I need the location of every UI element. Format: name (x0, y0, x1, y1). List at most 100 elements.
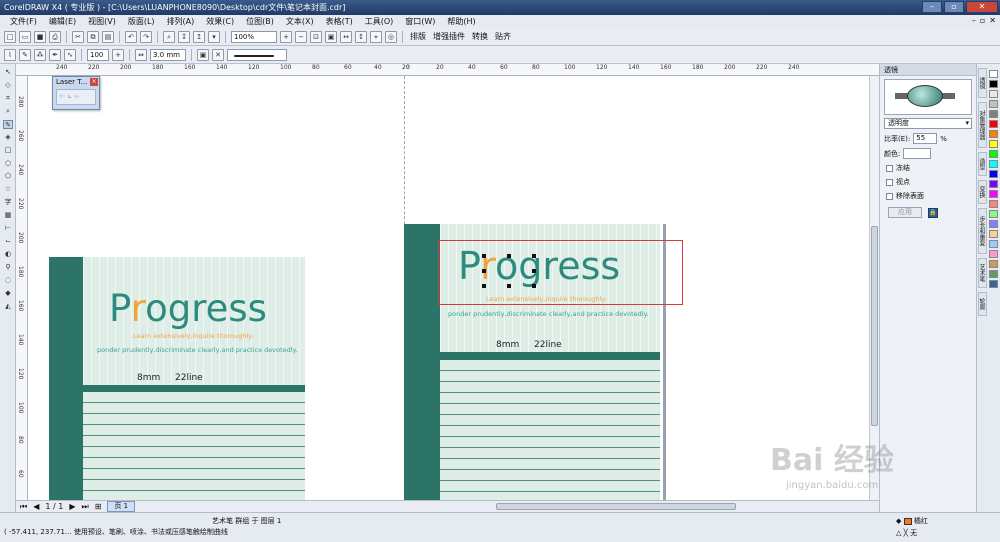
shape-tool-icon[interactable]: ◇ (3, 81, 13, 90)
smart-fill-tool-icon[interactable]: ◈ (3, 133, 13, 142)
selection-handle[interactable] (482, 254, 486, 258)
zoom-tool-icon[interactable]: ⌕ (3, 107, 13, 116)
menu-tools[interactable]: 工具(O) (359, 15, 400, 28)
preset-icon[interactable]: ⌇ (4, 48, 16, 61)
rectangle-tool-icon[interactable]: □ (3, 146, 13, 155)
last-page-icon[interactable]: ⏭ (81, 502, 88, 512)
stroke-preset-select[interactable] (227, 48, 287, 61)
convert-button[interactable]: 转换 (470, 31, 490, 42)
open-icon[interactable]: ▭ (19, 30, 31, 43)
menu-effects[interactable]: 效果(C) (200, 15, 240, 28)
zoom-height-icon[interactable]: ↕ (355, 30, 367, 43)
zoom-level-select[interactable]: 100% (231, 30, 277, 43)
delete-preset-icon[interactable]: ✕ (212, 48, 224, 61)
launcher-icon[interactable]: ▾ (208, 30, 220, 43)
enhance-plugin-button[interactable]: 增强插件 (431, 31, 467, 42)
lock-icon[interactable]: 🔒 (928, 207, 938, 218)
close-icon[interactable]: × (90, 78, 98, 86)
color-swatch[interactable] (989, 80, 998, 88)
connector-tool-icon[interactable]: ⌙ (3, 237, 13, 246)
vertical-ruler[interactable]: 280 260 240 220 200 180 160 140 120 100 … (16, 76, 28, 500)
color-swatch[interactable] (989, 110, 998, 118)
menu-arrange[interactable]: 排列(A) (161, 15, 201, 28)
color-swatch[interactable] (989, 260, 998, 268)
blend-tool-icon[interactable]: ◐ (3, 250, 13, 259)
viewpoint-checkbox[interactable] (886, 178, 893, 186)
menu-table[interactable]: 表格(T) (320, 15, 359, 28)
paste-icon[interactable]: ▤ (102, 30, 114, 43)
color-swatch[interactable] (989, 130, 998, 138)
rate-input[interactable]: 55 (913, 133, 938, 144)
color-swatch[interactable] (989, 70, 998, 78)
import-icon[interactable]: ↧ (178, 30, 190, 43)
calligraphic-icon[interactable]: ✒ (49, 48, 61, 61)
notebook-cover-left[interactable]: Progress Learn extensively,inquire thoro… (49, 257, 305, 500)
menu-edit[interactable]: 编辑(E) (43, 15, 82, 28)
prev-page-icon[interactable]: ◀ (33, 502, 39, 511)
copy-icon[interactable]: ⧉ (87, 30, 99, 43)
doc-close-icon[interactable]: ✕ (989, 16, 996, 25)
color-swatch[interactable] (989, 210, 998, 218)
search-icon[interactable]: ⌕ (163, 30, 175, 43)
ellipse-tool-icon[interactable]: ○ (3, 159, 13, 168)
docker-tab-shaping[interactable]: 造型 (978, 152, 987, 176)
pick-tool-icon[interactable]: ↖ (3, 68, 13, 77)
docker-tab-outline[interactable]: 轮廓 (978, 292, 987, 316)
basic-shapes-tool-icon[interactable]: ☆ (3, 185, 13, 194)
color-swatch[interactable] (989, 230, 998, 238)
color-swatch[interactable] (989, 220, 998, 228)
horizontal-scroll-thumb[interactable] (496, 503, 736, 510)
apply-button[interactable]: 应用 (888, 207, 922, 218)
docker-tab-transform[interactable]: 变换 (978, 180, 987, 204)
eyedropper-tool-icon[interactable]: ⚲ (3, 263, 13, 272)
page-tab[interactable]: 页 1 (107, 501, 136, 512)
freeze-checkbox[interactable] (886, 164, 893, 172)
docker-tab-object-manager[interactable]: 对象管理器 (978, 102, 987, 148)
sprayer-icon[interactable]: ⁂ (34, 48, 46, 61)
selection-handle[interactable] (532, 284, 536, 288)
table-tool-icon[interactable]: ▦ (3, 211, 13, 220)
first-page-icon[interactable]: ⏮ (20, 502, 27, 512)
color-swatch[interactable] (989, 270, 998, 278)
color-swatch[interactable] (989, 180, 998, 188)
laser-tools-buttons[interactable]: ⊢ ⊾ ⊹ (56, 89, 96, 105)
smoothing-slider-icon[interactable]: + (112, 48, 124, 61)
smoothing-input[interactable]: 100 (87, 48, 109, 61)
docker-tab-lens[interactable]: 透镜 (978, 68, 987, 98)
fill-tool-icon[interactable]: ◆ (3, 289, 13, 298)
maximize-button[interactable]: ▫ (944, 1, 964, 13)
selection-handle[interactable] (507, 284, 511, 288)
selection-handle[interactable] (532, 269, 536, 273)
dimension-tool-icon[interactable]: ⊢ (3, 224, 13, 233)
doc-minimize-icon[interactable]: – (972, 16, 976, 25)
selection-handle[interactable] (532, 254, 536, 258)
color-swatch[interactable] (989, 280, 998, 288)
undo-icon[interactable]: ↶ (125, 30, 137, 43)
zoom-page-icon[interactable]: ▣ (325, 30, 337, 43)
color-swatch[interactable] (989, 190, 998, 198)
vertical-scroll-thumb[interactable] (871, 226, 878, 426)
artistic-media-tool-icon[interactable]: ✎ (3, 120, 13, 129)
menu-text[interactable]: 文本(X) (280, 15, 320, 28)
color-swatch[interactable] (989, 160, 998, 168)
color-swatch[interactable] (989, 100, 998, 108)
print-icon[interactable]: ⎙ (49, 30, 61, 43)
drawing-canvas[interactable]: Progress Learn extensively,inquire thoro… (28, 76, 869, 500)
selection-handle[interactable] (482, 284, 486, 288)
save-icon[interactable]: ■ (34, 30, 46, 43)
menu-window[interactable]: 窗口(W) (399, 15, 441, 28)
layout-button[interactable]: 排版 (408, 31, 428, 42)
outline-tool-icon[interactable]: ◌ (3, 276, 13, 285)
menu-bitmaps[interactable]: 位图(B) (240, 15, 280, 28)
brush-icon[interactable]: ✎ (19, 48, 31, 61)
redo-icon[interactable]: ↷ (140, 30, 152, 43)
stroke-width-input[interactable]: 3.0 mm (150, 48, 186, 61)
color-picker[interactable] (903, 148, 932, 159)
close-button[interactable]: ✕ (966, 1, 998, 13)
minimize-button[interactable]: – (922, 1, 942, 13)
menu-view[interactable]: 视图(V) (82, 15, 122, 28)
selection-handle[interactable] (482, 269, 486, 273)
color-swatch[interactable] (989, 140, 998, 148)
remove-face-checkbox[interactable] (886, 192, 893, 200)
doc-restore-icon[interactable]: ▫ (980, 16, 985, 25)
